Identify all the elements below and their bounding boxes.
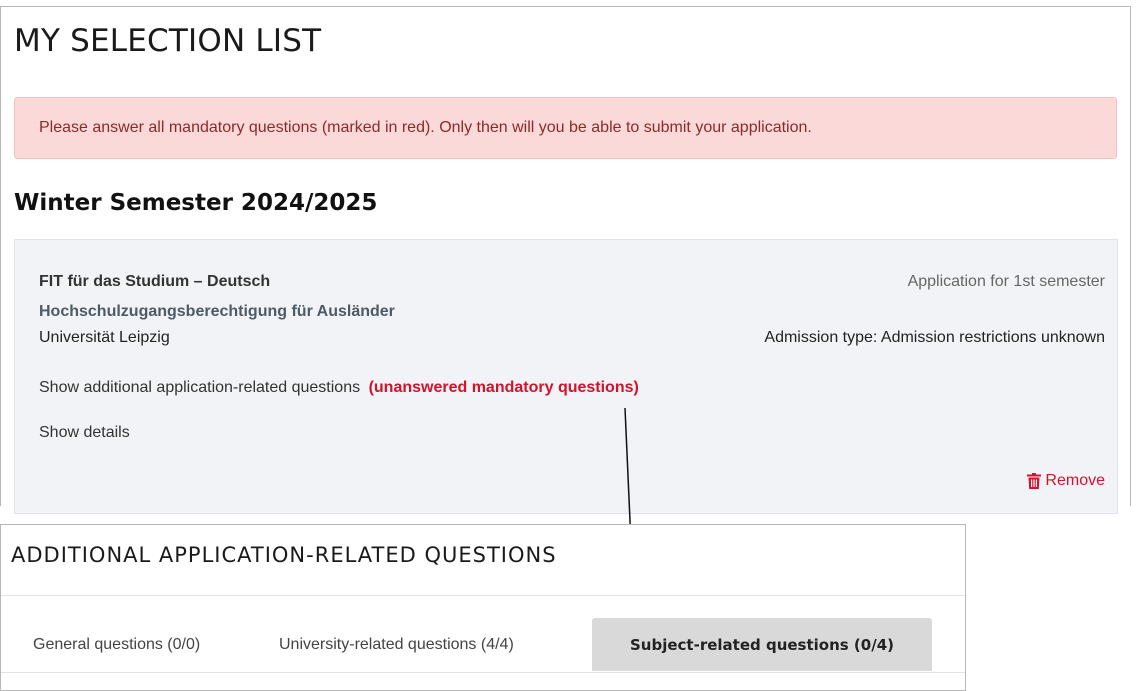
questions-title: ADDITIONAL APPLICATION-RELATED QUESTIONS	[11, 543, 557, 567]
course-card: FIT für das Studium – Deutsch Hochschulz…	[14, 239, 1118, 514]
admission-type: Admission type: Admission restrictions u…	[764, 329, 1105, 346]
additional-questions-panel: ADDITIONAL APPLICATION-RELATED QUESTIONS…	[0, 524, 966, 691]
mandatory-warning[interactable]: (unanswered mandatory questions)	[369, 379, 639, 396]
semester-heading: Winter Semester 2024/2025	[14, 190, 378, 216]
university-name: Universität Leipzig	[39, 329, 170, 346]
trash-icon	[1027, 473, 1042, 489]
show-questions-link[interactable]: Show additional application-related ques…	[39, 379, 639, 397]
alert-text: Please answer all mandatory questions (m…	[39, 119, 812, 136]
show-questions-label[interactable]: Show additional application-related ques…	[39, 379, 360, 396]
remove-label[interactable]: Remove	[1045, 472, 1105, 490]
tab-general-questions[interactable]: General questions (0/0)	[33, 618, 200, 671]
course-name: FIT für das Studium – Deutsch	[39, 273, 271, 290]
application-type: Application for 1st semester	[907, 273, 1105, 290]
remove-button[interactable]: Remove	[1027, 472, 1105, 490]
course-subtitle: Hochschulzugangsberechtigung für Ausländ…	[39, 303, 395, 320]
mandatory-questions-alert: Please answer all mandatory questions (m…	[14, 97, 1117, 159]
show-details-link[interactable]: Show details	[39, 424, 130, 442]
selection-list-panel: MY SELECTION LIST Please answer all mand…	[0, 6, 1131, 514]
tab-subject-questions[interactable]: Subject-related questions (0/4)	[592, 618, 932, 671]
divider	[1, 595, 965, 596]
page-title: MY SELECTION LIST	[14, 23, 322, 59]
questions-tabs: General questions (0/0) University-relat…	[1, 618, 965, 673]
tab-university-questions[interactable]: University-related questions (4/4)	[279, 618, 514, 671]
